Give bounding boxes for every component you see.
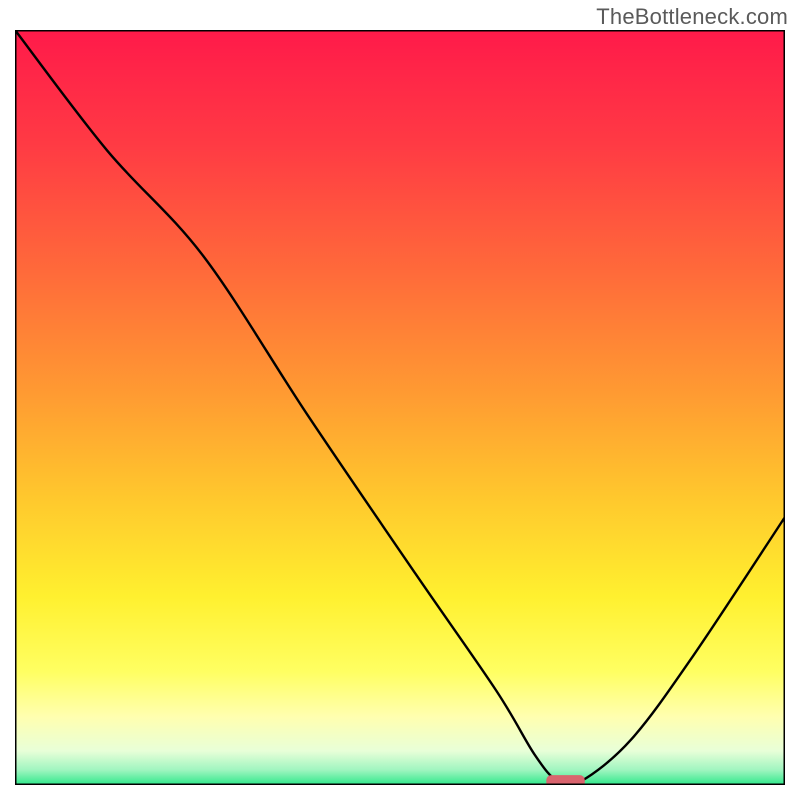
chart-svg bbox=[15, 30, 785, 785]
gradient-background bbox=[15, 30, 785, 785]
watermark-text: TheBottleneck.com bbox=[596, 4, 788, 30]
chart-area bbox=[15, 30, 785, 785]
